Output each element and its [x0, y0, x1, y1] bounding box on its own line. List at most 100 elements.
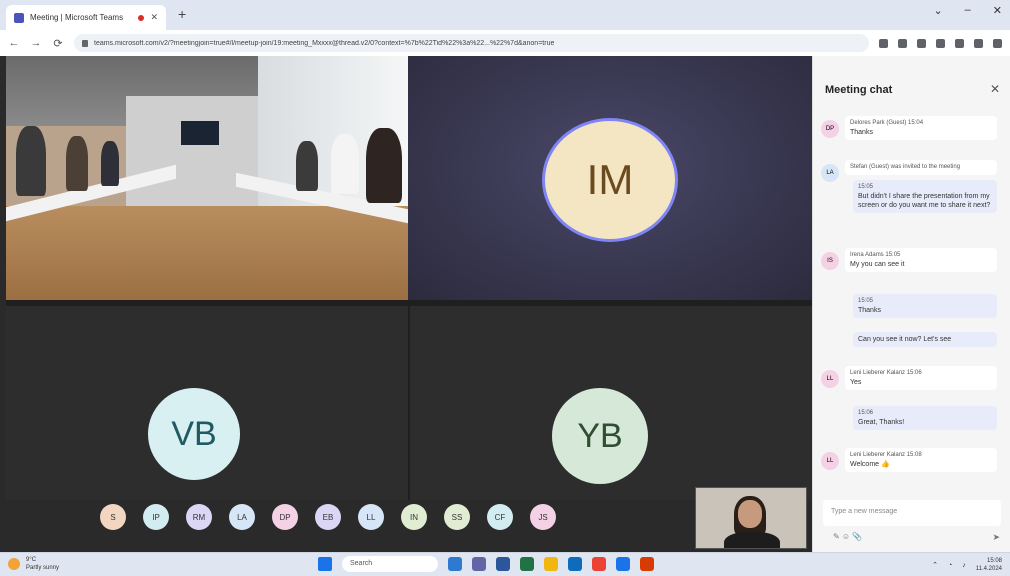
browser-toolbar: [879, 38, 1002, 48]
extensions-icon[interactable]: [936, 38, 945, 48]
browser-tab-teams[interactable]: Meeting | Microsoft Teams ✕: [6, 5, 166, 30]
chat-message-text: Yes: [850, 379, 862, 386]
participant-avatar[interactable]: SS: [444, 504, 470, 530]
chat-message[interactable]: Irena Adams 15:05 My you can see it: [845, 248, 997, 272]
taskbar-app-icon[interactable]: [472, 557, 486, 571]
taskbar-app-icon[interactable]: [544, 557, 558, 571]
participant-avatar[interactable]: DP: [272, 504, 298, 530]
weather-sun-icon: [8, 558, 20, 570]
chat-message[interactable]: Leni Lieberer Kalanz 15:06 Yes: [845, 366, 997, 390]
room-wall: [126, 96, 266, 206]
close-tab-icon[interactable]: ✕: [150, 12, 158, 23]
new-tab-button[interactable]: +: [178, 6, 186, 22]
room-person: [16, 126, 46, 196]
chat-message-text: Can you see it now? Let's see: [858, 336, 952, 343]
taskbar-app-icon[interactable]: [496, 557, 510, 571]
taskbar-app-icon[interactable]: [520, 557, 534, 571]
zoom-icon[interactable]: [898, 38, 907, 48]
participant-avatar[interactable]: EB: [315, 504, 341, 530]
weather-desc: Partly sunny: [26, 565, 60, 571]
chat-message[interactable]: Stefan (Guest) was invited to the meetin…: [845, 160, 997, 175]
bookmark-star-icon[interactable]: [917, 38, 926, 48]
chat-message[interactable]: Leni Lieberer Kalanz 15:08 Welcome 👍: [845, 448, 997, 472]
volume-icon[interactable]: ♪: [962, 562, 966, 569]
tray-chevron-icon[interactable]: ⌃: [932, 561, 938, 569]
profile-icon[interactable]: [974, 38, 983, 48]
avatar-yb: YB: [552, 388, 648, 484]
chat-message-text: But didn't I share the presentation from…: [858, 193, 991, 209]
room-tv-screen: [181, 121, 219, 145]
chat-message-text: Welcome 👍: [850, 461, 890, 468]
chat-message[interactable]: Delores Park (Guest) 15:04 Thanks: [845, 116, 997, 140]
sidebar-icon[interactable]: [955, 38, 964, 48]
chat-message[interactable]: Can you see it now? Let's see: [853, 332, 997, 347]
participant-avatar[interactable]: JS: [530, 504, 556, 530]
system-tray: ⌃ ◔ ♪ 15:08 11.4.2024: [932, 557, 1002, 573]
clock[interactable]: 15:08 11.4.2024: [976, 557, 1002, 573]
video-tile-yb[interactable]: YB: [408, 300, 812, 500]
chat-avatar: IS: [821, 252, 839, 270]
room-floor: [6, 206, 408, 300]
url-input[interactable]: teams.microsoft.com/v2/?meetingjoin=true…: [74, 34, 869, 52]
chat-message[interactable]: 15:05 But didn't I share the presentation…: [853, 180, 997, 213]
menu-icon[interactable]: [993, 38, 1002, 48]
forward-button[interactable]: →: [30, 37, 42, 49]
room-person: [366, 128, 402, 203]
taskbar: 9°C Partly sunny Search ⌃ ◔ ♪ 15:08 11.4…: [0, 552, 1010, 576]
back-button[interactable]: ←: [8, 37, 20, 49]
participant-avatar[interactable]: LA: [229, 504, 255, 530]
weather-widget[interactable]: 9°C Partly sunny: [8, 556, 59, 572]
taskbar-app-icon[interactable]: [592, 557, 606, 571]
participant-strip: S IP RM LA DP EB LL IN SS CF JS: [100, 504, 556, 530]
taskbar-app-icon[interactable]: [448, 557, 462, 571]
minimize-button[interactable]: –: [965, 4, 971, 17]
close-window-button[interactable]: ✕: [993, 4, 1002, 17]
send-icon[interactable]: ➤: [992, 532, 1000, 543]
room-person: [66, 136, 88, 191]
participant-avatar[interactable]: IP: [143, 504, 169, 530]
window-controls: ⌄ – ✕: [933, 4, 1002, 17]
video-tile-room[interactable]: [6, 56, 408, 300]
camera-permission-icon[interactable]: [879, 38, 888, 48]
chat-avatar: LL: [821, 370, 839, 388]
participant-avatar[interactable]: S: [100, 504, 126, 530]
tab-title: Meeting | Microsoft Teams: [30, 13, 124, 22]
chat-format-tools[interactable]: ✎ ☺ 📎: [833, 532, 862, 541]
chat-message-meta: 15:05: [858, 298, 874, 304]
chat-title: Meeting chat: [825, 84, 893, 96]
clock-time: 15:08: [986, 558, 1002, 564]
taskbar-apps: Search: [318, 556, 654, 572]
chat-message[interactable]: 15:06 Great, Thanks!: [853, 406, 997, 430]
chat-avatar: LL: [821, 452, 839, 470]
tab-search-icon[interactable]: ⌄: [933, 4, 942, 17]
room-person: [101, 141, 119, 186]
participant-avatar[interactable]: CF: [487, 504, 513, 530]
teams-icon: [14, 12, 24, 23]
recording-indicator-icon: [138, 14, 145, 21]
chat-message-input[interactable]: Type a new message: [823, 500, 1001, 526]
chat-message-meta: Leni Lieberer Kalanz 15:06: [850, 370, 922, 376]
taskbar-search-input[interactable]: Search: [342, 556, 438, 572]
wifi-icon[interactable]: ◔: [948, 562, 952, 569]
chat-message-meta: Irena Adams 15:05: [850, 252, 901, 258]
taskbar-app-icon[interactable]: [616, 557, 630, 571]
self-view-video[interactable]: [695, 487, 807, 549]
participant-avatar[interactable]: LL: [358, 504, 384, 530]
taskbar-app-icon[interactable]: [568, 557, 582, 571]
windows-start-icon[interactable]: [318, 557, 332, 571]
room-person: [331, 134, 359, 194]
avatar-vb: VB: [148, 388, 240, 480]
meeting-stage: IM VB YB S IP RM LA DP EB LL IN SS CF JS: [0, 56, 812, 552]
participant-avatar[interactable]: IN: [401, 504, 427, 530]
chat-message-meta: 15:05: [858, 184, 874, 190]
self-view-face: [738, 500, 762, 528]
chat-message[interactable]: 15:05 Thanks: [853, 294, 997, 318]
url-text: teams.microsoft.com/v2/?meetingjoin=true…: [94, 39, 555, 47]
participant-avatar[interactable]: RM: [186, 504, 212, 530]
close-chat-icon[interactable]: ✕: [990, 82, 1000, 96]
video-tile-vb[interactable]: VB: [6, 300, 408, 500]
video-tile-im[interactable]: IM: [408, 56, 812, 300]
taskbar-app-icon[interactable]: [640, 557, 654, 571]
reload-button[interactable]: ⟳: [52, 37, 64, 50]
chat-message-text: Thanks: [858, 307, 881, 314]
